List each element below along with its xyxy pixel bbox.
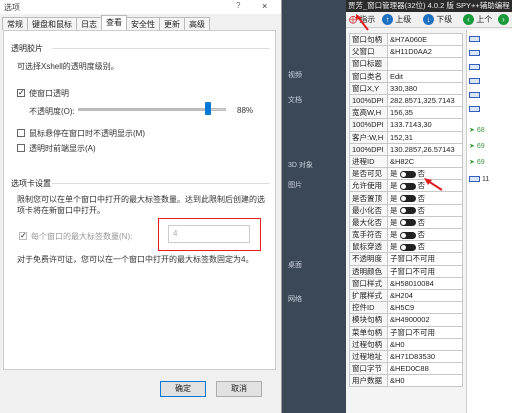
tab-general[interactable]: 常规 bbox=[2, 17, 28, 30]
opacity-slider-thumb[interactable] bbox=[205, 102, 212, 115]
tab-view[interactable]: 查看 bbox=[101, 15, 127, 30]
tab-settings-description: 限制您可以在单个窗口中打开的最大标签数量。达到此限制后创建的选项卡将在新窗口中打… bbox=[17, 195, 265, 215]
tab-advanced[interactable]: 高级 bbox=[184, 17, 210, 30]
options-dialog: 选项 ? × 常规 键盘和鼠标 日志 查看 安全性 更新 高级 透明胶片 可选择… bbox=[0, 0, 282, 413]
tab-keyboard-mouse[interactable]: 键盘和鼠标 bbox=[27, 17, 77, 30]
section-divider bbox=[52, 48, 270, 49]
opacity-value: 88% bbox=[237, 106, 254, 115]
max-tabs-input[interactable]: 4 bbox=[168, 225, 250, 243]
dialog-titlebar: 选项 ? × bbox=[0, 0, 281, 14]
tab-security[interactable]: 安全性 bbox=[126, 17, 160, 30]
tab-strip: 常规 键盘和鼠标 日志 查看 安全性 更新 高级 bbox=[2, 15, 210, 30]
max-tabs-checkbox[interactable] bbox=[19, 231, 27, 240]
tab-settings-heading: 选项卡设置 bbox=[11, 179, 51, 188]
background-explorer: 视频 文档 3D 对象 图片 桌面 网络 bbox=[282, 0, 346, 413]
use-transparency-checkbox[interactable] bbox=[17, 88, 25, 97]
opaque-on-top-checkbox[interactable] bbox=[17, 144, 25, 152]
opacity-slider-fill bbox=[79, 109, 210, 110]
explorer-item: 图片 bbox=[288, 182, 302, 189]
opacity-slider-track[interactable] bbox=[78, 108, 226, 111]
spy-window: 贾芳_窗口管理器(32位) 4.0.2 版 SPY++辅助编程 ⨁ 指示 ↑ 上… bbox=[346, 0, 512, 413]
explorer-item: 网络 bbox=[288, 296, 302, 303]
tab-update[interactable]: 更新 bbox=[159, 17, 185, 30]
hover-opaque-label: 鼠标悬停在窗口时不透明显示(M) bbox=[29, 129, 145, 138]
free-license-note: 对于免费许可证，您可以在一个窗口中打开的最大标签数固定为4。 bbox=[17, 255, 254, 264]
annotation-arrows bbox=[356, 14, 443, 191]
close-icon[interactable]: × bbox=[262, 1, 267, 11]
hover-opaque-checkbox[interactable] bbox=[17, 129, 25, 137]
dialog-title: 选项 bbox=[4, 2, 20, 12]
tab-log[interactable]: 日志 bbox=[76, 17, 102, 30]
max-tabs-label: 每个窗口的最大标签数量(N): bbox=[31, 232, 133, 241]
explorer-item: 视频 bbox=[288, 72, 302, 79]
explorer-item: 桌面 bbox=[288, 262, 302, 269]
arrow-to-pointer bbox=[357, 16, 369, 31]
opacity-label: 不透明度(O): bbox=[29, 107, 75, 116]
use-transparency-label: 使窗口透明 bbox=[29, 89, 69, 98]
opaque-on-top-label: 透明时前端显示(A) bbox=[29, 144, 96, 153]
explorer-item: 3D 对象 bbox=[288, 162, 313, 169]
explorer-item: 文档 bbox=[288, 97, 302, 104]
transparency-description: 可选择Xshell的透明度级别。 bbox=[17, 62, 119, 71]
ok-button[interactable]: 确定 bbox=[160, 381, 206, 397]
transparency-heading: 透明胶片 bbox=[11, 44, 43, 53]
tab-pane-view: 透明胶片 可选择Xshell的透明度级别。 使窗口透明 不透明度(O): 88%… bbox=[3, 30, 276, 370]
section-divider bbox=[52, 183, 270, 184]
cancel-button[interactable]: 取消 bbox=[216, 381, 262, 397]
help-icon[interactable]: ? bbox=[236, 1, 240, 10]
